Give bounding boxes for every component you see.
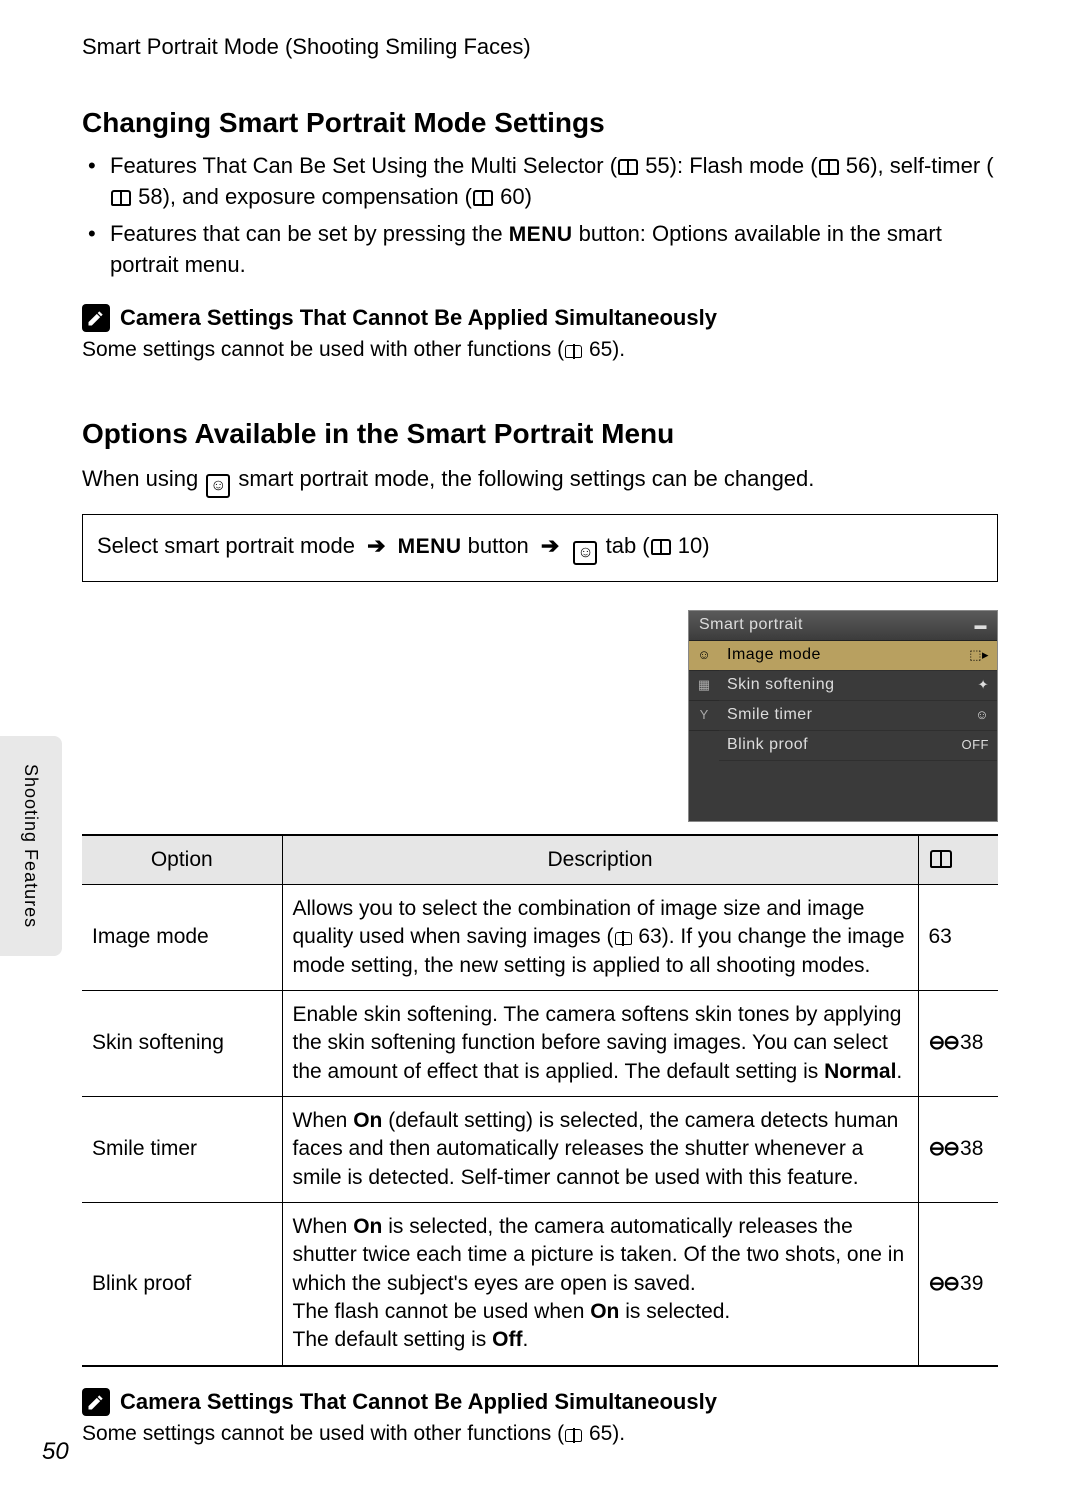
option-ref: 63 <box>918 884 998 990</box>
sidebar-label: Shooting Features <box>19 764 43 928</box>
book-icon <box>473 190 493 206</box>
note-block-2: Camera Settings That Cannot Be Applied S… <box>82 1387 998 1449</box>
reference-section-icon: ⊖⊖ <box>929 1030 959 1057</box>
lcd-item-image-mode: Image mode ⬚▸ <box>719 641 997 671</box>
menu-label: MENU <box>509 223 573 246</box>
heading-options-available: Options Available in the Smart Portrait … <box>82 415 998 453</box>
book-icon <box>565 345 582 358</box>
bullet-list: Features That Can Be Set Using the Multi… <box>82 151 998 280</box>
option-ref: ⊖⊖38 <box>918 990 998 1096</box>
note-body: Some settings cannot be used with other … <box>82 336 998 364</box>
book-icon <box>819 159 839 175</box>
image-mode-value-icon: ⬚▸ <box>969 646 989 664</box>
lcd-item-smile-timer: Smile timer ☺ <box>719 701 997 731</box>
option-description: Allows you to select the combination of … <box>282 884 918 990</box>
option-ref: ⊖⊖38 <box>918 1096 998 1202</box>
navigation-path-box: Select smart portrait mode ➔ MENU button… <box>82 514 998 582</box>
lcd-tab-playback: ▦ <box>689 671 719 701</box>
pencil-icon <box>82 304 110 332</box>
arrow-icon: ➔ <box>541 533 559 558</box>
table-row: Skin softening Enable skin softening. Th… <box>82 990 998 1096</box>
note-body: Some settings cannot be used with other … <box>82 1420 998 1448</box>
intro-line: When using smart portrait mode, the foll… <box>82 463 998 498</box>
lcd-menu-mockup: Smart portrait ▬ ☺ ▦ Y Image mode ⬚▸ Ski… <box>688 610 998 822</box>
arrow-icon: ➔ <box>367 533 385 558</box>
smile-timer-value-icon: ☺ <box>975 706 989 724</box>
note-heading: Camera Settings That Cannot Be Applied S… <box>120 1387 717 1417</box>
col-reference <box>918 835 998 885</box>
table-row: Smile timer When On (default setting) is… <box>82 1096 998 1202</box>
note-heading: Camera Settings That Cannot Be Applied S… <box>120 303 717 333</box>
col-option: Option <box>82 835 282 885</box>
skin-softening-value-icon: ✦ <box>978 676 989 694</box>
blink-proof-value: OFF <box>962 736 990 754</box>
option-description: When On is selected, the camera automati… <box>282 1202 918 1365</box>
bullet-item-1: Features That Can Be Set Using the Multi… <box>110 151 998 213</box>
option-description: Enable skin softening. The camera soften… <box>282 990 918 1096</box>
book-icon <box>565 1429 582 1442</box>
pencil-icon <box>82 1388 110 1416</box>
running-head: Smart Portrait Mode (Shooting Smiling Fa… <box>82 32 998 62</box>
book-icon <box>930 850 952 868</box>
table-row: Blink proof When On is selected, the cam… <box>82 1202 998 1365</box>
book-icon <box>111 190 131 206</box>
smart-portrait-icon <box>573 541 597 565</box>
options-table: Option Description Image mode Allows you… <box>82 834 998 1367</box>
option-ref: ⊖⊖39 <box>918 1202 998 1365</box>
reference-section-icon: ⊖⊖ <box>929 1136 959 1163</box>
smart-portrait-icon <box>206 474 230 498</box>
lcd-item-blink-proof: Blink proof OFF <box>719 731 997 761</box>
reference-section-icon: ⊖⊖ <box>929 1271 959 1298</box>
page-number: 50 <box>42 1436 69 1468</box>
col-description: Description <box>282 835 918 885</box>
option-name: Smile timer <box>82 1096 282 1202</box>
menu-label: MENU <box>398 535 462 558</box>
book-icon <box>651 539 671 555</box>
option-name: Blink proof <box>82 1202 282 1365</box>
lcd-title: Smart portrait <box>699 614 803 636</box>
book-icon <box>615 932 632 945</box>
lcd-item-skin-softening: Skin softening ✦ <box>719 671 997 701</box>
table-row: Image mode Allows you to select the comb… <box>82 884 998 990</box>
bullet-item-2: Features that can be set by pressing the… <box>110 219 998 281</box>
note-block-1: Camera Settings That Cannot Be Applied S… <box>82 303 998 365</box>
heading-changing-settings: Changing Smart Portrait Mode Settings <box>82 104 998 142</box>
option-description: When On (default setting) is selected, t… <box>282 1096 918 1202</box>
sidebar-tab: Shooting Features <box>0 736 62 956</box>
option-name: Skin softening <box>82 990 282 1096</box>
battery-icon: ▬ <box>975 617 988 633</box>
book-icon <box>618 159 638 175</box>
lcd-tab-smart-portrait: ☺ <box>689 641 719 671</box>
lcd-tab-setup: Y <box>689 701 719 731</box>
option-name: Image mode <box>82 884 282 990</box>
